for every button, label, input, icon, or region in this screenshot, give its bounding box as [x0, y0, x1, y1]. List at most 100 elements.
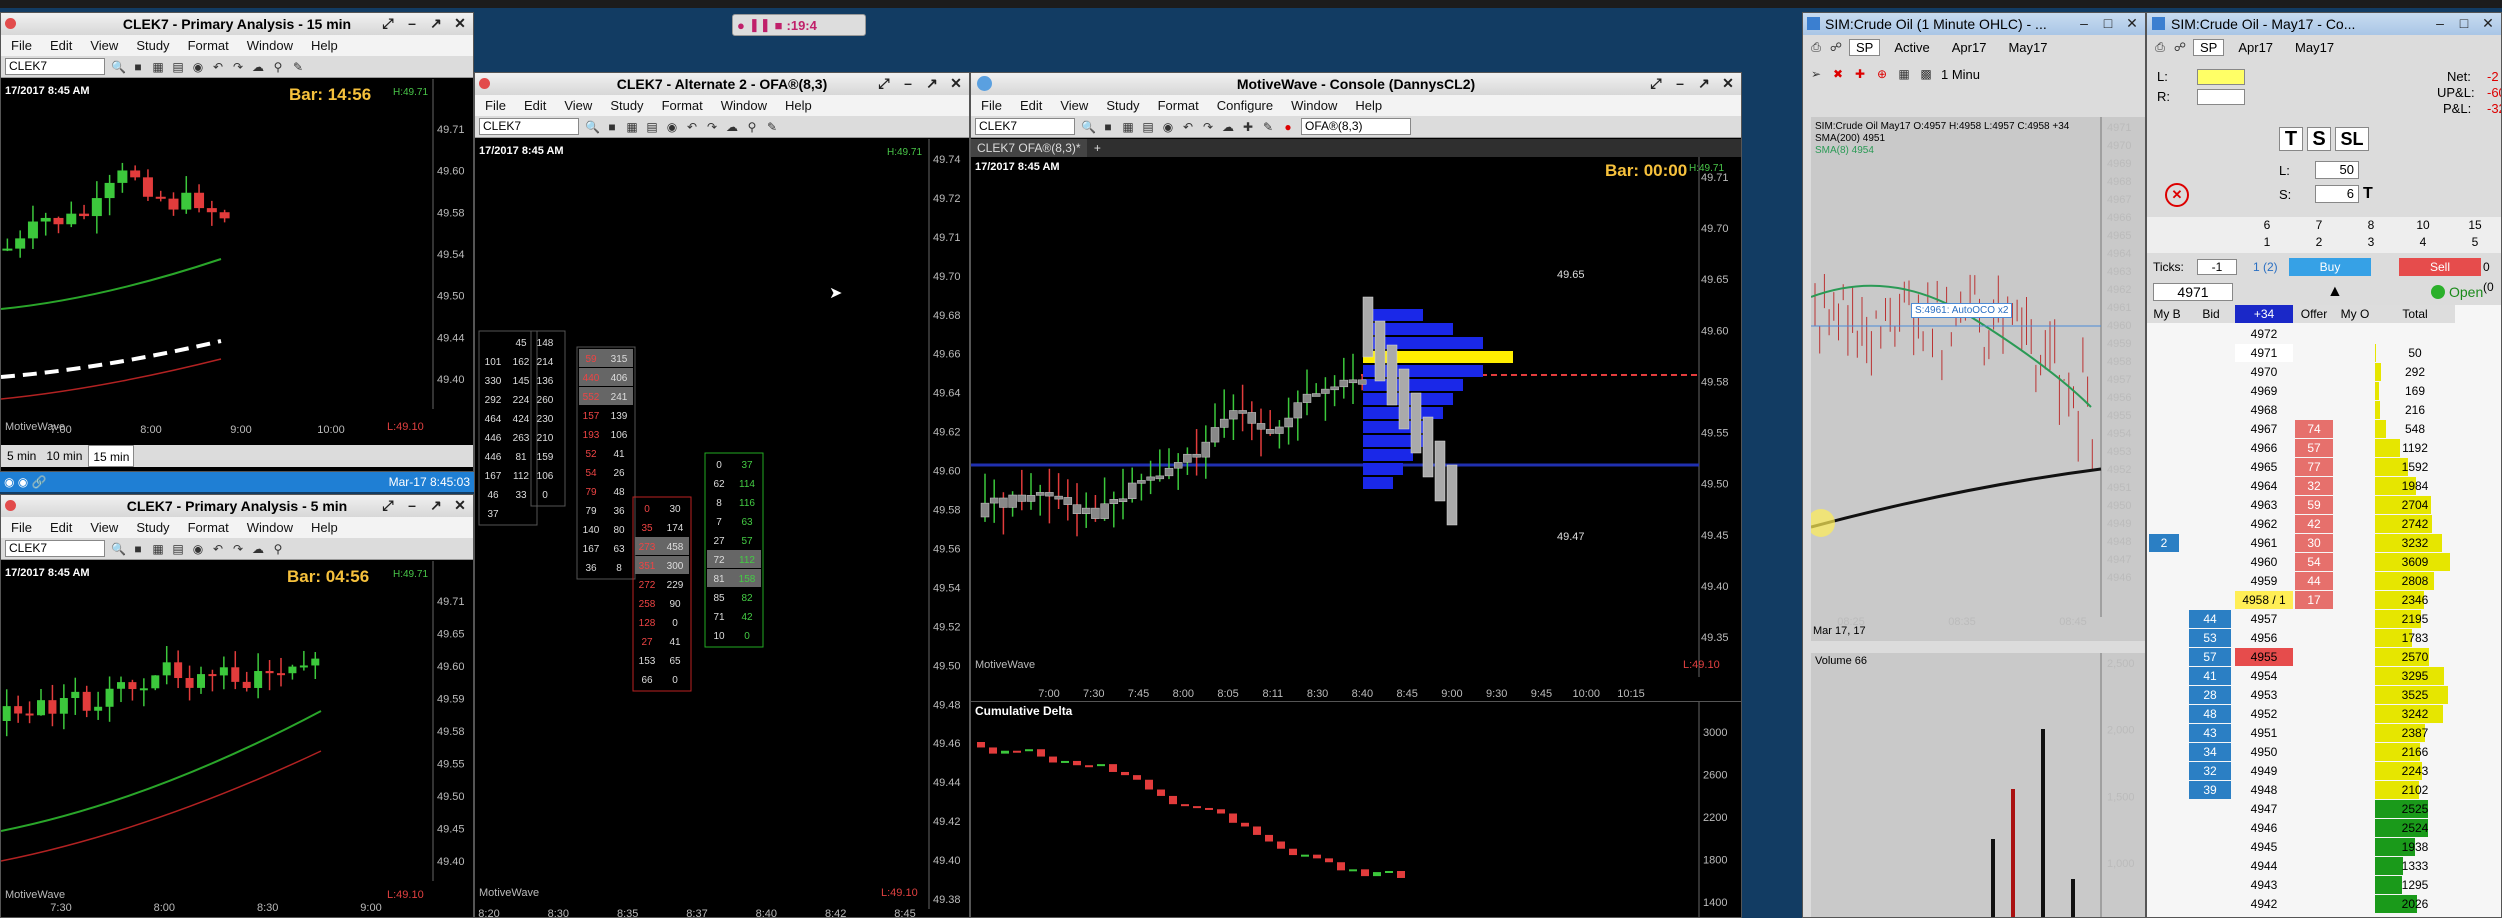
- print-icon[interactable]: ⎙: [1809, 40, 1823, 54]
- price-level[interactable]: 4971: [2235, 344, 2293, 362]
- menu-edit[interactable]: Edit: [1020, 95, 1042, 116]
- ohlc-price-chart[interactable]: 4971 4970 4969 4968 4967 4966 4965 4964 4963 4962…: [1807, 117, 2146, 641]
- tab-15min[interactable]: 15 min: [88, 445, 135, 467]
- maximize-icon[interactable]: ↗: [923, 75, 941, 92]
- redo-icon[interactable]: ↷: [231, 60, 245, 74]
- t-small-button[interactable]: T: [2363, 185, 2373, 203]
- maximize-icon[interactable]: □: [2099, 15, 2117, 32]
- close-icon[interactable]: [5, 500, 16, 511]
- close-x-icon[interactable]: ✕: [451, 497, 469, 514]
- price-level[interactable]: 4958 / 1: [2235, 591, 2293, 609]
- price-level[interactable]: 4968: [2235, 401, 2293, 419]
- camera-icon[interactable]: ◉: [1161, 120, 1175, 134]
- redo-icon[interactable]: ↷: [705, 120, 719, 134]
- menu-format[interactable]: Format: [188, 517, 229, 538]
- qty-preset[interactable]: 4: [2399, 235, 2447, 249]
- close-icon[interactable]: [479, 78, 490, 89]
- record-icon[interactable]: ●: [737, 18, 745, 33]
- menu-window[interactable]: Window: [247, 517, 293, 538]
- minimize-icon[interactable]: –: [1671, 75, 1689, 92]
- window-ofa[interactable]: CLEK7 - Alternate 2 - OFA®(8,3) ⤢ – ↗ ✕ Fil…: [474, 72, 970, 918]
- menu-study[interactable]: Study: [1106, 95, 1139, 116]
- bid-size[interactable]: 34: [2189, 743, 2231, 761]
- bid-size[interactable]: 43: [2189, 724, 2231, 742]
- titlebar[interactable]: CLEK7 - Primary Analysis - 15 min ⤢ – ↗ ✕: [1, 13, 473, 35]
- close-x-icon[interactable]: ✕: [1719, 75, 1737, 92]
- price-level[interactable]: 4949: [2235, 762, 2293, 780]
- my-bid[interactable]: 2: [2149, 534, 2179, 552]
- crosshair-icon[interactable]: ✚: [1241, 120, 1255, 134]
- redo-icon[interactable]: ↷: [1201, 120, 1215, 134]
- expand-icon[interactable]: ⤢: [379, 15, 397, 32]
- folder-icon[interactable]: ▤: [1141, 120, 1155, 134]
- symbol-select[interactable]: CLEK7: [975, 118, 1075, 135]
- bid-size[interactable]: 44: [2189, 610, 2231, 628]
- r-account-field[interactable]: [2197, 89, 2245, 105]
- close-x-icon[interactable]: ✕: [451, 15, 469, 32]
- menu-edit[interactable]: Edit: [524, 95, 546, 116]
- chart-5min[interactable]: 49.71 49.65 49.60 49.59 49.58 49.55 49.50 49.45…: [1, 561, 473, 917]
- buy-button[interactable]: Buy: [2289, 258, 2371, 276]
- menu-view[interactable]: View: [1060, 95, 1088, 116]
- offer-size[interactable]: 74: [2295, 420, 2333, 438]
- bid-size[interactable]: 32: [2189, 762, 2231, 780]
- menu-window[interactable]: Window: [247, 35, 293, 56]
- price-level[interactable]: 4945: [2235, 838, 2293, 856]
- expand-icon[interactable]: ⤢: [875, 75, 893, 92]
- tab-5min[interactable]: 5 min: [3, 445, 40, 467]
- tab-apr17[interactable]: Apr17: [2230, 40, 2281, 55]
- menu-file[interactable]: File: [485, 95, 506, 116]
- qty-preset[interactable]: 7: [2295, 218, 2343, 232]
- price-level[interactable]: 4942: [2235, 895, 2293, 913]
- offer-size[interactable]: 42: [2295, 515, 2333, 533]
- close-x-icon[interactable]: ✕: [947, 75, 965, 92]
- footprint-chart[interactable]: 49.74 49.72 49.71 49.70 49.68 49.66 49.64 49.62…: [475, 139, 970, 918]
- qty-preset[interactable]: 1: [2243, 235, 2291, 249]
- menu-file[interactable]: File: [981, 95, 1002, 116]
- price-level[interactable]: 4951: [2235, 724, 2293, 742]
- camera-icon[interactable]: ◉: [665, 120, 679, 134]
- draw-icon[interactable]: ✎: [291, 60, 305, 74]
- qty-preset[interactable]: 15: [2451, 218, 2499, 232]
- zoom-icon[interactable]: ⚲: [271, 60, 285, 74]
- sp-select[interactable]: SP: [2193, 38, 2225, 56]
- minimize-icon[interactable]: –: [403, 497, 421, 514]
- price-field[interactable]: 4971: [2153, 283, 2233, 301]
- save-icon[interactable]: ■: [131, 60, 145, 74]
- folder-icon[interactable]: ▤: [171, 542, 185, 556]
- maximize-icon[interactable]: ↗: [427, 497, 445, 514]
- grid-icon[interactable]: ▦: [151, 542, 165, 556]
- record-icon[interactable]: ●: [1281, 120, 1295, 134]
- cloud-icon[interactable]: ☁: [251, 60, 265, 74]
- search-icon[interactable]: 🔍: [1081, 120, 1096, 134]
- zoom-icon[interactable]: ⚲: [745, 120, 759, 134]
- cloud-icon[interactable]: ☁: [725, 120, 739, 134]
- menu-study[interactable]: Study: [136, 35, 169, 56]
- menu-help[interactable]: Help: [785, 95, 812, 116]
- price-level[interactable]: 4944: [2235, 857, 2293, 875]
- dom-ladder[interactable]: My B Bid +34 Offer My O Total 4972 4971 50 4970 29…: [2147, 305, 2501, 917]
- undo-icon[interactable]: ↶: [211, 60, 225, 74]
- price-level[interactable]: 4966: [2235, 439, 2293, 457]
- cumulative-delta-panel[interactable]: 3000 2600 2200 1800 1400 Cumulative Delta: [971, 701, 1741, 917]
- menu-window[interactable]: Window: [1291, 95, 1337, 116]
- price-level[interactable]: 4972: [2235, 325, 2293, 343]
- offer-size[interactable]: 30: [2295, 534, 2333, 552]
- symbol-select[interactable]: CLEK7: [5, 58, 105, 75]
- search-icon[interactable]: 🔍: [111, 542, 126, 556]
- maximize-icon[interactable]: ↗: [427, 15, 445, 32]
- price-level[interactable]: 4943: [2235, 876, 2293, 894]
- crosshair-icon[interactable]: ✚: [1853, 67, 1867, 81]
- study-select[interactable]: OFA®(8,3): [1301, 118, 1411, 135]
- price-level[interactable]: 4955: [2235, 648, 2293, 666]
- menu-view[interactable]: View: [90, 517, 118, 538]
- price-level[interactable]: 4969: [2235, 382, 2293, 400]
- offer-size[interactable]: 57: [2295, 439, 2333, 457]
- undo-icon[interactable]: ↶: [685, 120, 699, 134]
- link-icon[interactable]: ☍: [2173, 40, 2187, 54]
- close-x-icon[interactable]: ✕: [2123, 15, 2141, 32]
- ticks-field[interactable]: -1: [2197, 259, 2237, 275]
- bid-size[interactable]: 41: [2189, 667, 2231, 685]
- price-level[interactable]: 4963: [2235, 496, 2293, 514]
- price-level[interactable]: 4967: [2235, 420, 2293, 438]
